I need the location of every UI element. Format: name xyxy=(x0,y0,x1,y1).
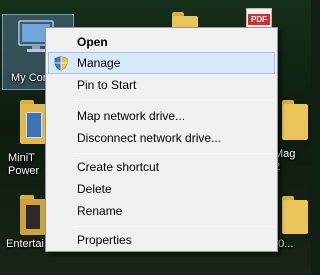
desktop-icon-minitool[interactable]: MiniT Power xyxy=(8,100,48,180)
context-menu: Open Manage Pin to Start Map network dri… xyxy=(45,27,278,252)
folder-body xyxy=(282,104,308,140)
menu-item-label: Pin to Start xyxy=(77,78,137,92)
desktop-icon-label: Entertai xyxy=(6,238,44,250)
menu-item-label: Map network drive... xyxy=(77,109,186,123)
menu-item-label: Create shortcut xyxy=(77,160,160,174)
menu-separator xyxy=(75,153,273,154)
menu-item-manage[interactable]: Manage xyxy=(48,52,275,74)
desktop-icon-entertainment[interactable]: Entertai xyxy=(6,195,46,260)
menu-item-pin-to-start[interactable]: Pin to Start xyxy=(48,74,275,96)
menu-item-delete[interactable]: Delete xyxy=(48,178,275,200)
folder-body xyxy=(282,200,308,234)
shield-icon xyxy=(54,56,68,71)
menu-item-properties[interactable]: Properties xyxy=(48,229,275,251)
menu-item-label: Disconnect network drive... xyxy=(77,131,222,145)
menu-separator xyxy=(75,100,273,101)
folder-thumbnail xyxy=(26,205,40,229)
menu-item-disconnect-network-drive[interactable]: Disconnect network drive... xyxy=(48,127,275,149)
folder-thumbnail xyxy=(26,112,42,138)
menu-item-label: Open xyxy=(77,35,108,49)
menu-item-open[interactable]: Open xyxy=(48,31,275,53)
menu-item-label: Rename xyxy=(77,204,123,218)
menu-item-rename[interactable]: Rename xyxy=(48,200,275,222)
menu-item-label: Delete xyxy=(77,182,112,196)
desktop-icon-label: MiniT Power xyxy=(8,152,40,177)
menu-item-label: Manage xyxy=(77,56,121,70)
menu-separator xyxy=(75,226,273,227)
pdf-badge: PDF xyxy=(248,14,270,25)
menu-item-create-shortcut[interactable]: Create shortcut xyxy=(48,156,275,178)
desktop-icon-label: Mag 2 xyxy=(274,148,296,173)
menu-item-label: Properties xyxy=(77,233,132,247)
menu-item-map-network-drive[interactable]: Map network drive... xyxy=(48,105,275,127)
